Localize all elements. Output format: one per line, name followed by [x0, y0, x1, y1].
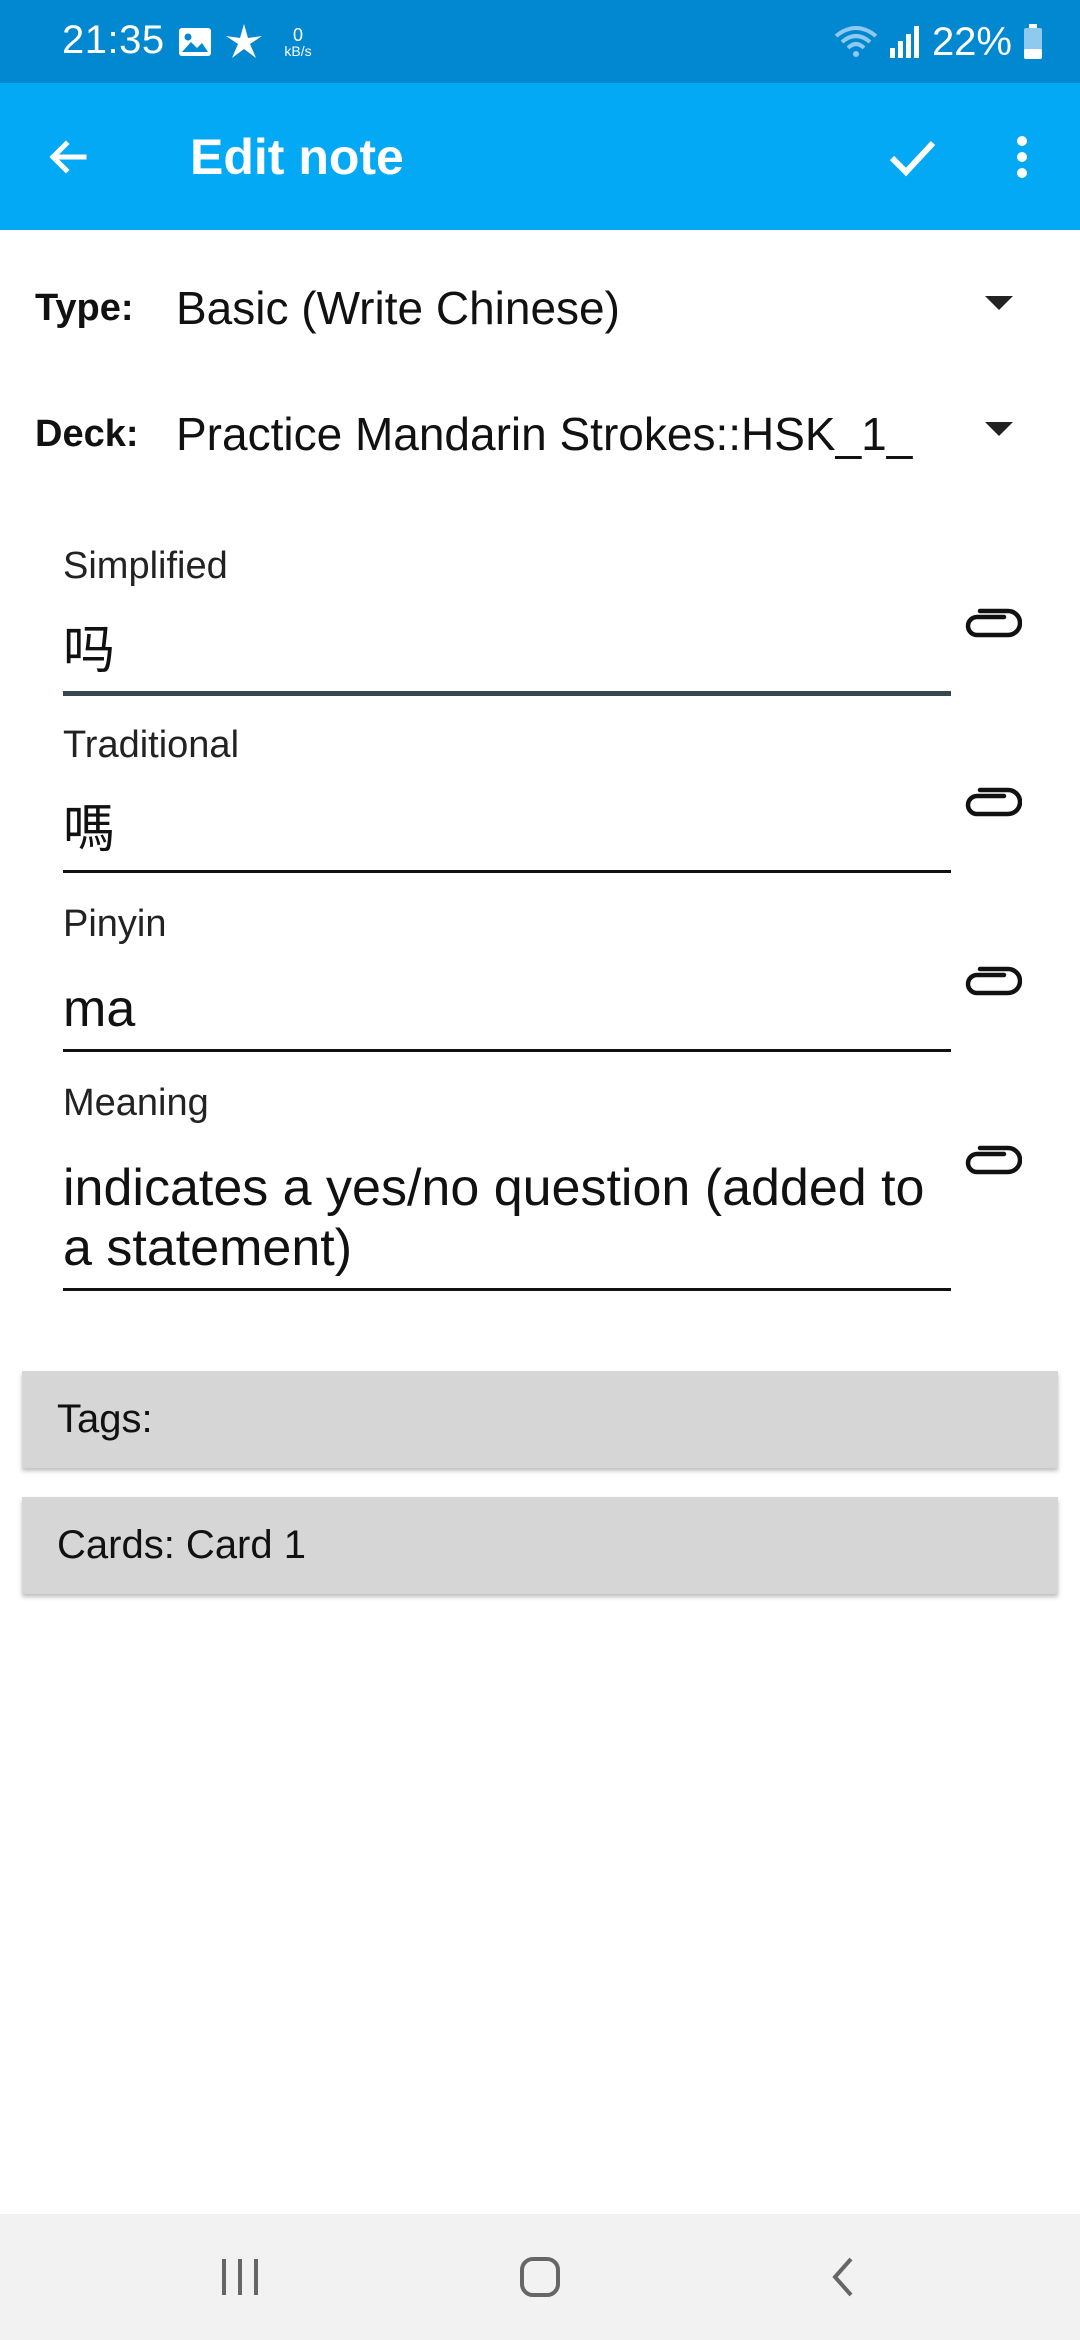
simplified-input[interactable]: 吗 [63, 621, 951, 696]
pinyin-input[interactable]: ma [63, 979, 951, 1052]
home-button[interactable] [500, 2247, 580, 2307]
field-label: Pinyin [63, 903, 167, 945]
back-arrow-icon [49, 140, 87, 174]
paperclip-icon[interactable] [962, 784, 1022, 824]
deck-label: Deck: [35, 413, 139, 455]
note-type-label: Type: [35, 287, 134, 329]
field-label: Meaning [63, 1082, 209, 1124]
home-icon [520, 2257, 560, 2297]
battery-icon [1024, 24, 1042, 59]
status-bar: 21:35 0 kB/s 22% [0, 0, 1080, 83]
back-button[interactable] [30, 119, 106, 195]
battery-percentage: 22% [931, 19, 1012, 64]
signal-icon [889, 26, 919, 58]
back-nav-button[interactable] [804, 2247, 884, 2307]
paperclip-icon[interactable] [962, 963, 1022, 1003]
network-speed-value: 0 [292, 25, 303, 45]
tags-button[interactable]: Tags: [22, 1371, 1058, 1468]
tags-label: Tags: [57, 1397, 153, 1441]
gallery-icon [179, 28, 211, 56]
more-vert-icon [1017, 136, 1027, 178]
status-time: 21:35 [62, 18, 165, 62]
recent-apps-button[interactable] [200, 2247, 280, 2307]
paperclip-icon[interactable] [962, 1142, 1022, 1182]
wifi-icon [834, 26, 878, 57]
page-title: Edit note [190, 129, 404, 185]
deck-selector[interactable]: Deck: Practice Mandarin Strokes::HSK_1_.… [0, 384, 1080, 484]
dropdown-arrow-icon [985, 296, 1013, 310]
dropdown-arrow-icon [985, 422, 1013, 436]
pinwheel-icon [226, 24, 262, 58]
app-bar: Edit note [0, 83, 1080, 230]
traditional-input[interactable]: 嗎 [63, 800, 951, 873]
recent-apps-icon [222, 2259, 258, 2295]
paperclip-icon[interactable] [962, 605, 1022, 645]
cards-button[interactable]: Cards: Card 1 [22, 1497, 1058, 1594]
check-icon [889, 140, 936, 177]
back-chevron-icon [832, 2257, 853, 2297]
more-options-button[interactable] [990, 119, 1054, 195]
network-speed: 0 kB/s [278, 26, 318, 58]
system-navigation-bar [0, 2214, 1080, 2340]
status-system-icons: 22% [834, 18, 1044, 66]
field-label: Traditional [63, 724, 240, 766]
note-type-value: Basic (Write Chinese) [176, 282, 620, 334]
network-speed-unit: kB/s [284, 43, 312, 59]
cards-label: Cards: Card 1 [57, 1523, 306, 1567]
note-type-selector[interactable]: Type: Basic (Write Chinese) [0, 258, 1080, 358]
meaning-input[interactable]: indicates a yes/no question (added to a … [63, 1158, 951, 1291]
save-button[interactable] [872, 119, 952, 195]
deck-value: Practice Mandarin Strokes::HSK_1_.. [176, 408, 916, 460]
status-notification-icons: 0 kB/s [178, 22, 318, 62]
field-label: Simplified [63, 545, 228, 587]
